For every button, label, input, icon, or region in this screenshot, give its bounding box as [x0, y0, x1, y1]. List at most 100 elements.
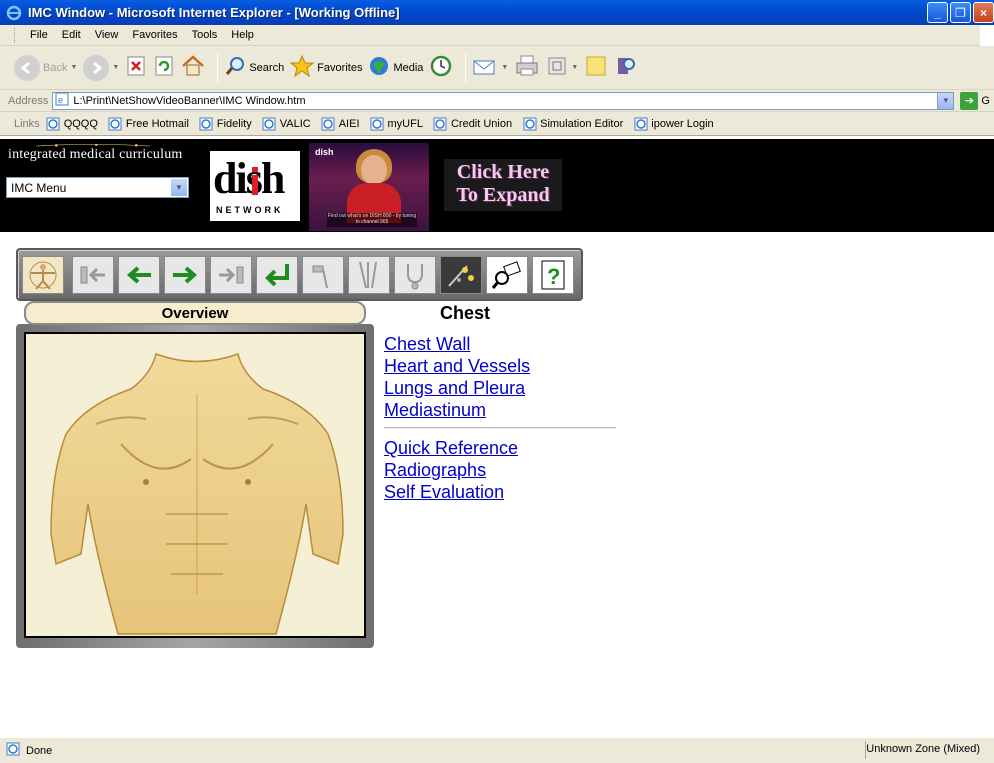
link-fidelity[interactable]: Fidelity [199, 116, 252, 131]
mail-button[interactable]: ▼ [472, 55, 508, 80]
menu-file[interactable]: File [23, 29, 55, 41]
refresh-button[interactable] [153, 55, 175, 80]
favorites-button[interactable]: Favorites [289, 54, 362, 80]
dish-red-swoosh-icon [252, 167, 258, 195]
ie-page-icon [522, 116, 537, 131]
section-divider [384, 427, 616, 429]
link-quick-reference[interactable]: Quick Reference [384, 438, 518, 459]
close-button[interactable]: × [973, 2, 994, 23]
stethoscope-icon[interactable] [394, 256, 436, 294]
link-radiographs[interactable]: Radiographs [384, 460, 486, 481]
chest-illustration[interactable] [24, 332, 366, 638]
links-bar: Links QQQQ Free Hotmail Fidelity VALIC A… [0, 112, 994, 136]
svg-text:?: ? [547, 264, 560, 289]
discuss-button[interactable] [584, 54, 608, 81]
video-caption: Find out what's on DISH 800 - by tuning … [327, 213, 417, 227]
link-free-hotmail[interactable]: Free Hotmail [108, 116, 189, 131]
address-input[interactable]: e L:\Print\NetShowVideoBanner\IMC Window… [52, 91, 955, 110]
link-lungs-and-pleura[interactable]: Lungs and Pleura [384, 378, 525, 399]
restore-button[interactable]: ❐ [950, 2, 971, 23]
menu-bar: File Edit View Favorites Tools Help [0, 25, 994, 46]
ie-page-icon [262, 116, 277, 131]
link-mediastinum[interactable]: Mediastinum [384, 400, 486, 421]
link-ipower-login[interactable]: ipower Login [633, 116, 714, 131]
print-button[interactable] [514, 54, 540, 81]
click-to-expand-button[interactable]: Click Here To Expand [444, 159, 562, 211]
stop-button[interactable] [125, 55, 147, 80]
printer-icon [514, 54, 540, 81]
link-heart-and-vessels[interactable]: Heart and Vessels [384, 356, 530, 377]
history-button[interactable] [429, 54, 453, 81]
link-self-evaluation[interactable]: Self Evaluation [384, 482, 504, 503]
menu-help[interactable]: Help [224, 29, 261, 41]
imc-banner: integrated medical curriculum IMC Menu ▼… [0, 139, 994, 232]
address-label: Address [8, 94, 49, 107]
video-banner[interactable]: dish Find out what's on DISH 800 - by tu… [309, 143, 429, 231]
video-dish-logo: dish [315, 147, 334, 157]
menu-view[interactable]: View [88, 29, 126, 41]
xray-icon[interactable] [440, 256, 482, 294]
link-simulation-editor[interactable]: Simulation Editor [522, 116, 623, 131]
link-qqqq[interactable]: QQQQ [46, 116, 98, 131]
help-question-icon[interactable]: ? [532, 256, 574, 294]
forward-button[interactable]: ▼ [83, 54, 119, 81]
imc-menu-select[interactable]: IMC Menu ▼ [6, 177, 189, 198]
ie-page-icon [633, 116, 648, 131]
menu-edit[interactable]: Edit [55, 29, 88, 41]
dish-network-ad[interactable]: dish NETWORK [210, 151, 300, 221]
back-dropdown-icon[interactable]: ▼ [70, 64, 77, 71]
back-button[interactable]: Back ▼ [14, 54, 77, 81]
edit-button[interactable]: ▼ [546, 55, 578, 80]
menu-tools[interactable]: Tools [185, 29, 225, 41]
surgical-tools-icon[interactable] [348, 256, 390, 294]
mail-dropdown-icon[interactable]: ▼ [501, 64, 508, 71]
note-icon [584, 54, 608, 81]
imc-nav-toolbar: ? [16, 248, 583, 301]
menu-favorites[interactable]: Favorites [125, 29, 184, 41]
edit-page-icon [546, 55, 568, 80]
forward-dropdown-icon[interactable]: ▼ [112, 64, 119, 71]
page-icon: e [55, 92, 69, 109]
minimize-button[interactable]: _ [927, 2, 948, 23]
refresh-icon [153, 55, 175, 80]
edit-dropdown-icon[interactable]: ▼ [571, 64, 578, 71]
svg-text:e: e [58, 95, 63, 105]
toolbar-grip[interactable] [14, 27, 17, 43]
link-aiei[interactable]: AIEI [321, 116, 360, 131]
first-page-icon[interactable] [72, 256, 114, 294]
magnifier-slides-icon[interactable] [486, 256, 528, 294]
chevron-down-icon[interactable]: ▼ [171, 179, 187, 196]
page-done-icon [6, 742, 20, 759]
link-valic[interactable]: VALIC [262, 116, 311, 131]
back-arrow-icon[interactable] [118, 256, 160, 294]
dish-network-text: NETWORK [216, 205, 284, 215]
link-chest-wall[interactable]: Chest Wall [384, 334, 470, 355]
home-button[interactable] [181, 55, 205, 80]
search-icon [224, 55, 246, 80]
torso-drawing-icon [50, 353, 344, 635]
ie-icon [6, 5, 22, 21]
research-button[interactable] [614, 54, 638, 81]
link-credit-union[interactable]: Credit Union [433, 116, 512, 131]
go-label[interactable]: G [981, 95, 990, 107]
address-value: L:\Print\NetShowVideoBanner\IMC Window.h… [73, 94, 306, 107]
dish-word: dish [213, 154, 285, 203]
last-page-icon[interactable] [210, 256, 252, 294]
address-dropdown-icon[interactable]: ▼ [937, 92, 954, 109]
reflex-hammer-icon[interactable] [302, 256, 344, 294]
security-zone: Unknown Zone (Mixed) [866, 743, 980, 755]
link-myufl[interactable]: myUFL [370, 116, 423, 131]
mail-icon [472, 55, 498, 80]
overview-tab[interactable]: Overview [24, 301, 366, 325]
imc-logo-text: integrated medical curriculum [8, 147, 183, 162]
return-arrow-icon[interactable] [256, 256, 298, 294]
go-arrow-icon[interactable]: ➔ [960, 91, 979, 110]
toolbar-separator [217, 52, 219, 83]
search-button[interactable]: Search [224, 55, 284, 80]
forward-arrow-icon[interactable] [164, 256, 206, 294]
stop-icon [125, 55, 147, 80]
media-button[interactable]: Media [368, 55, 423, 80]
media-label: Media [393, 61, 424, 74]
vitruvian-man-icon[interactable] [22, 256, 64, 294]
back-label: Back [43, 61, 68, 74]
